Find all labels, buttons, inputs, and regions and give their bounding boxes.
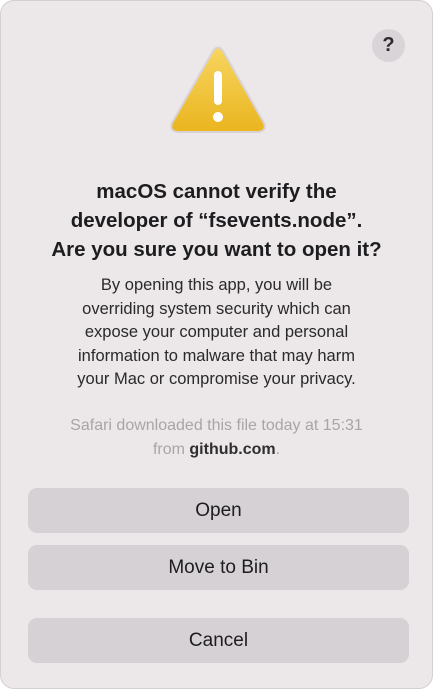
message-line: your Mac or compromise your privacy. [77,370,356,388]
dialog-message: By opening this app, you will be overrid… [1,274,432,392]
title-line: developer of “fsevents.node”. [70,209,363,232]
source-domain: github.com [189,441,276,458]
download-source-info: Safari downloaded this file today at 15:… [1,414,432,462]
download-source-line: Safari downloaded this file today at 15:… [70,417,363,434]
cancel-button[interactable]: Cancel [28,618,409,663]
source-suffix: . [275,441,281,458]
download-source-origin: from github.com. [1,438,432,462]
help-button[interactable]: ? [372,29,405,62]
message-line: overriding system security which can [82,299,351,318]
message-line: information to malware that may harm [78,346,355,365]
warning-icon [170,46,266,133]
title-line: Are you sure you want to open it? [51,238,382,261]
dialog-title: macOS cannot verify the developer of “fs… [1,177,432,264]
open-button[interactable]: Open [28,488,409,533]
message-line: expose your computer and personal [84,323,349,341]
message-line: By opening this app, you will be [100,276,333,294]
move-to-bin-button[interactable]: Move to Bin [28,545,409,590]
source-prefix: from [152,441,190,458]
security-alert-dialog: ? macOS cannot verify the developer of “… [0,0,433,689]
title-line: macOS cannot verify the [96,180,337,203]
